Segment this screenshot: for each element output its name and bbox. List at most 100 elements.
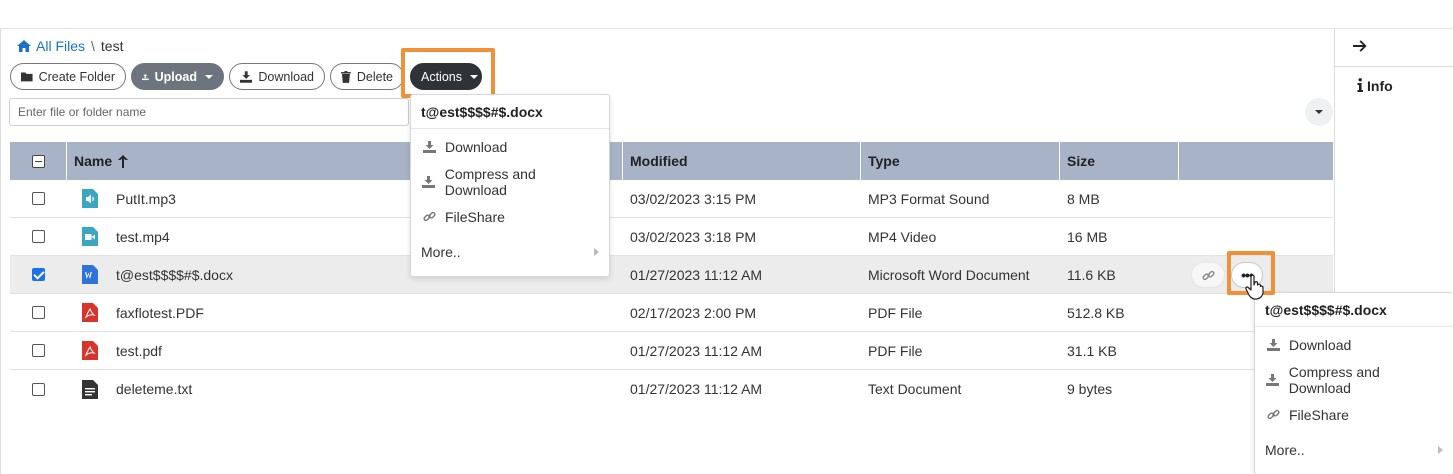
file-name[interactable]: t@est$$$$#$.docx xyxy=(116,267,233,283)
file-modified: 02/17/2023 2:00 PM xyxy=(630,304,757,321)
download-icon xyxy=(421,140,437,153)
download-button[interactable]: Download xyxy=(229,63,325,90)
menu-item-more[interactable]: More.. xyxy=(411,234,609,269)
home-icon xyxy=(17,40,31,52)
table-row[interactable]: deleteme.txt 01/27/2023 11:12 AM Text Do… xyxy=(10,370,1333,408)
info-icon xyxy=(1357,78,1363,92)
create-folder-button[interactable]: Create Folder xyxy=(10,63,126,90)
row-checkbox[interactable] xyxy=(32,230,45,243)
chevron-right-icon xyxy=(1438,445,1443,454)
select-all-cell xyxy=(10,142,67,180)
file-size: 11.6 KB xyxy=(1067,266,1116,283)
table-row[interactable]: test.pdf 01/27/2023 11:12 AM PDF File 31… xyxy=(10,332,1333,370)
link-icon xyxy=(1201,270,1215,280)
file-size: 16 MB xyxy=(1067,228,1108,245)
link-icon xyxy=(1265,408,1281,421)
download-icon xyxy=(1265,373,1281,386)
search-input[interactable] xyxy=(9,98,409,126)
file-modified: 01/27/2023 11:12 AM xyxy=(630,381,763,397)
file-size: 9 bytes xyxy=(1067,381,1113,397)
breadcrumb: All Files \ test xyxy=(16,38,123,54)
folder-icon xyxy=(21,72,33,82)
file-type: MP3 Format Sound xyxy=(868,190,990,207)
row-checkbox[interactable] xyxy=(32,306,45,319)
file-type: PDF File xyxy=(868,304,923,321)
file-type: Microsoft Word Document xyxy=(868,266,1030,283)
download-icon xyxy=(1265,338,1281,351)
column-header-size[interactable]: Size xyxy=(1060,142,1179,180)
chevron-right-icon xyxy=(594,247,599,256)
chevron-down-icon xyxy=(470,74,478,79)
column-header-type[interactable]: Type xyxy=(861,142,1060,180)
download-icon xyxy=(421,175,437,188)
menu-item-download[interactable]: Download xyxy=(411,129,609,164)
pdf-file-icon xyxy=(82,341,98,360)
pdf-file-icon xyxy=(82,303,98,322)
table-row[interactable]: faxflotest.PDF 02/17/2023 2:00 PM PDF Fi… xyxy=(10,294,1333,332)
sort-ascending-icon xyxy=(118,154,129,168)
row-checkbox[interactable] xyxy=(32,382,45,396)
actions-button[interactable]: Actions xyxy=(410,63,482,90)
chevron-down-icon xyxy=(1315,110,1323,114)
top-bar xyxy=(0,0,1453,29)
row-checkbox[interactable] xyxy=(32,192,45,205)
toolbar: Create Folder Upload Download Delete Act… xyxy=(10,63,482,91)
breadcrumb-root-label: All Files xyxy=(36,38,86,54)
file-size: 8 MB xyxy=(1067,190,1100,207)
file-type: PDF File xyxy=(868,342,923,359)
copy-link-button[interactable] xyxy=(1191,262,1225,288)
upload-button[interactable]: Upload xyxy=(131,63,224,90)
file-name[interactable]: test.mp4 xyxy=(116,229,170,245)
breadcrumb-current: test xyxy=(100,38,124,54)
delete-button[interactable]: Delete xyxy=(330,63,404,90)
chevron-down-icon xyxy=(205,74,213,79)
column-header-modified[interactable]: Modified xyxy=(623,142,861,180)
audio-file-icon xyxy=(82,189,98,208)
table-row[interactable]: PutIt.mp3 03/02/2023 3:15 PM MP3 Format … xyxy=(10,180,1333,218)
hand-cursor-icon xyxy=(1245,274,1264,300)
file-name[interactable]: faxflotest.PDF xyxy=(116,305,204,321)
file-table: Name Modified Type Size PutIt.mp3 03/02/… xyxy=(10,142,1333,408)
info-tab[interactable]: Info xyxy=(1357,78,1393,94)
file-modified: 01/27/2023 11:12 AM xyxy=(630,266,763,283)
table-row[interactable]: test.mp4 03/02/2023 3:18 PM MP4 Video 16… xyxy=(10,218,1333,256)
file-modified: 03/02/2023 3:15 PM xyxy=(630,190,757,207)
text-file-icon xyxy=(82,379,98,399)
actions-dropdown-menu: t@est$$$$#$.docx Download Compress and D… xyxy=(410,94,610,277)
breadcrumb-separator: \ xyxy=(91,38,95,54)
trash-icon xyxy=(341,70,351,83)
upload-icon xyxy=(142,73,149,80)
menu-item-download[interactable]: Download xyxy=(1255,327,1453,362)
menu-item-compress-download[interactable]: Compress and Download xyxy=(1255,362,1453,397)
table-row-selected[interactable]: t@est$$$$#$.docx 01/27/2023 11:12 AM Mic… xyxy=(10,256,1333,294)
file-modified: 03/02/2023 3:18 PM xyxy=(630,228,757,245)
menu-title: t@est$$$$#$.docx xyxy=(411,95,609,129)
file-type: MP4 Video xyxy=(868,228,937,245)
arrow-right-icon[interactable] xyxy=(1353,39,1367,57)
left-border xyxy=(0,29,1,474)
column-header-actions xyxy=(1179,142,1333,180)
download-icon xyxy=(240,70,253,83)
row-checkbox[interactable] xyxy=(32,344,45,357)
word-file-icon xyxy=(82,265,98,284)
breadcrumb-home-link[interactable]: All Files xyxy=(16,38,85,54)
panel-toggle-button[interactable] xyxy=(1305,98,1333,126)
row-context-menu: t@est$$$$#$.docx Download Compress and D… xyxy=(1254,292,1453,474)
menu-title: t@est$$$$#$.docx xyxy=(1255,293,1453,327)
menu-item-more[interactable]: More.. xyxy=(1255,432,1453,467)
file-name[interactable]: PutIt.mp3 xyxy=(116,191,176,207)
file-name[interactable]: test.pdf xyxy=(116,343,162,359)
menu-item-fileshare[interactable]: FileShare xyxy=(1255,397,1453,432)
menu-item-compress-download[interactable]: Compress and Download xyxy=(411,164,609,199)
video-file-icon xyxy=(82,227,98,246)
file-modified: 01/27/2023 11:12 AM xyxy=(630,342,763,359)
file-size: 31.1 KB xyxy=(1067,342,1117,359)
menu-item-fileshare[interactable]: FileShare xyxy=(411,199,609,234)
file-type: Text Document xyxy=(868,381,962,397)
side-divider xyxy=(1335,66,1453,67)
row-checkbox-checked[interactable] xyxy=(32,268,45,281)
table-header: Name Modified Type Size xyxy=(10,142,1333,180)
select-all-checkbox[interactable] xyxy=(31,154,45,168)
link-icon xyxy=(421,210,437,223)
file-name[interactable]: deleteme.txt xyxy=(116,381,192,397)
